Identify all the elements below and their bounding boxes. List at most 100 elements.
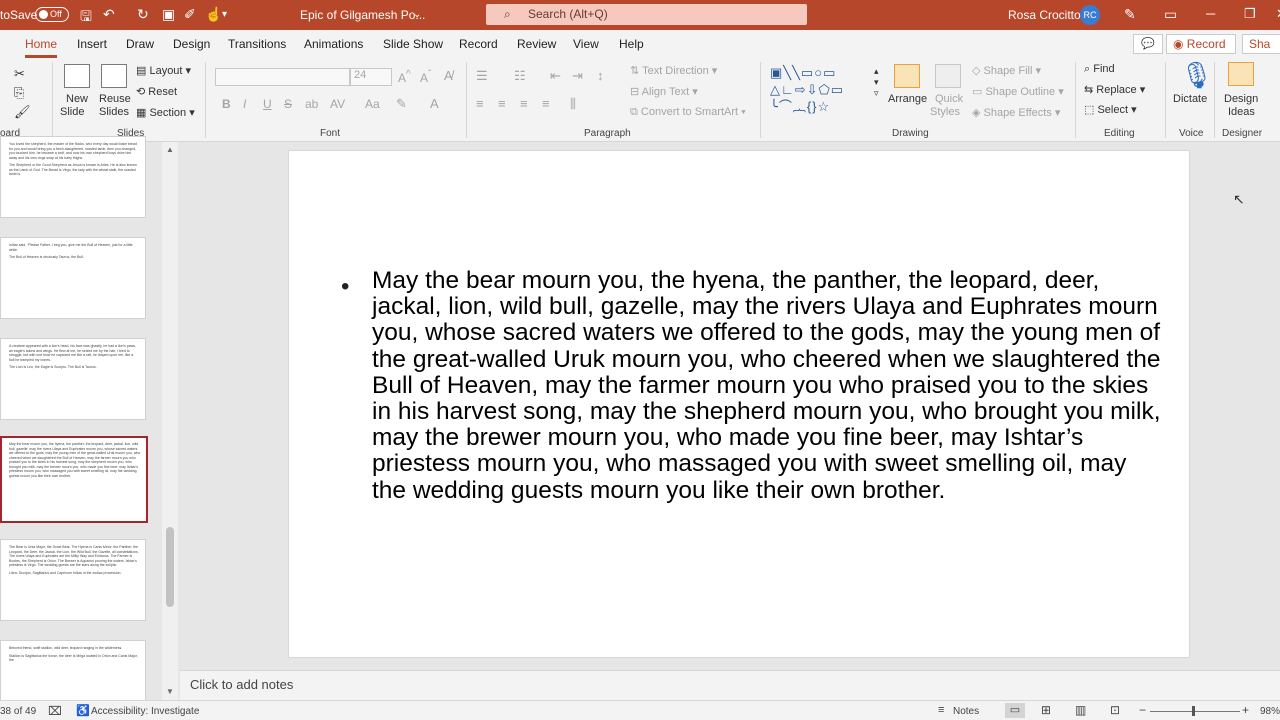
tab-slide-show[interactable]: Slide Show [383,37,443,51]
zoom-in-button[interactable]: + [1242,703,1249,717]
slide-counter[interactable]: 38 of 49 [0,706,36,717]
char-spacing-icon[interactable]: AV [330,97,345,111]
align-right-icon[interactable]: ≡ [520,96,528,111]
document-title[interactable]: Epic of Gilgamesh Po... [300,8,425,22]
line-spacing-icon[interactable]: ↕ [597,68,604,83]
pen-feedback-icon[interactable]: ✎ [1124,6,1136,23]
select-button[interactable]: ⬚ Select ▾ [1084,103,1137,116]
avatar[interactable]: RC [1080,5,1100,25]
quick-styles-label-2[interactable]: Styles [930,106,960,118]
zoom-slider-handle[interactable] [1192,706,1195,716]
clear-formatting-icon[interactable]: A̸ [444,68,453,83]
shape-outline-button[interactable]: ▭ Shape Outline ▾ [972,85,1064,98]
justify-icon[interactable]: ≡ [542,96,550,111]
italic-button[interactable]: I [243,97,246,111]
pen-icon[interactable]: ✐ [184,6,196,23]
comments-button[interactable]: 💬 [1133,34,1163,54]
tab-animations[interactable]: Animations [304,37,363,51]
bold-button[interactable]: B [222,97,231,111]
copy-icon[interactable]: ⎘ [14,85,24,101]
gallery-scroll-icon[interactable]: ▴ ▾ ▿ [874,66,879,99]
slideshow-icon[interactable]: ⊡ [1110,703,1120,717]
text-direction-button[interactable]: ⇅ Text Direction ▾ [630,64,717,77]
new-slide-label-2[interactable]: Slide [60,106,84,118]
design-ideas-icon[interactable] [1228,62,1254,86]
restore-button[interactable]: ❐ [1244,6,1256,22]
thumbnail-scrollbar[interactable]: ▲ ▼ [162,142,178,700]
highlighter-icon[interactable]: ✎ [396,96,407,112]
slide-thumbnail-selected[interactable]: May the bear mourn you, the hyena, the p… [0,436,148,523]
reset-button[interactable]: ⟲ Reset [136,85,177,98]
customize-qat-icon[interactable]: ▾ [222,9,227,20]
save-icon[interactable]: 🖫 [80,6,92,30]
font-name-box[interactable] [215,68,350,86]
undo-icon[interactable]: ↶ [103,6,115,23]
cut-icon[interactable]: ✂ [14,66,25,82]
shape-effects-button[interactable]: ◈ Shape Effects ▾ [972,106,1060,119]
reuse-slides-label[interactable]: Reuse [99,93,131,105]
minimize-button[interactable]: ─ [1206,6,1215,21]
scrollbar-thumb[interactable] [166,527,174,607]
decrease-font-icon[interactable]: Aˇ [420,69,431,85]
slide-sorter-icon[interactable]: ⊞ [1041,703,1051,717]
text-shadow-icon[interactable]: ab [305,97,318,111]
tab-insert[interactable]: Insert [77,37,107,51]
columns-icon[interactable]: ⫼ [570,96,576,112]
ribbon-display-icon[interactable]: ▭ [1164,6,1177,23]
new-slide-label[interactable]: New [66,93,88,105]
zoom-out-button[interactable]: − [1139,703,1146,717]
numbering-icon[interactable]: ☷ [514,68,526,84]
slide-thumbnail-pane[interactable]: You loved the shepherd, the master of th… [0,136,178,702]
zoom-slider[interactable] [1150,711,1240,712]
layout-button[interactable]: ▤ Layout ▾ [136,64,191,77]
accessibility-status[interactable]: Accessibility: Investigate [91,706,199,717]
tab-view[interactable]: View [573,37,599,51]
scroll-up-icon[interactable]: ▲ [166,145,174,154]
close-button[interactable]: ✕ [1276,6,1280,22]
tab-review[interactable]: Review [517,37,556,51]
section-button[interactable]: ▦ Section ▾ [136,106,195,119]
smartart-button[interactable]: ⧉ Convert to SmartArt ▾ [630,106,746,119]
record-button[interactable]: ◉ Record [1166,34,1236,54]
reuse-slides-icon[interactable] [101,64,127,88]
scroll-down-icon[interactable]: ▼ [166,687,174,696]
tab-record[interactable]: Record [459,37,498,51]
slide-thumbnail[interactable]: Ishtar said, "Please Father, I beg you, … [0,237,146,319]
align-center-icon[interactable]: ≡ [498,96,506,111]
slide-thumbnail[interactable]: A creature appeared with a lion's head, … [0,338,146,420]
decrease-indent-icon[interactable]: ⇤ [550,68,561,84]
share-button[interactable]: Sha [1242,34,1280,54]
increase-indent-icon[interactable]: ⇥ [572,68,583,84]
format-painter-icon[interactable]: 🖌 [14,104,31,120]
quick-styles-label[interactable]: Quick [935,93,963,105]
chevron-down-icon[interactable]: ⌄ [413,9,421,20]
dictate-label[interactable]: Dictate [1173,93,1207,105]
arrange-icon[interactable] [894,64,920,88]
slide-thumbnail[interactable]: The Bear is Ursa Major, the Great Bear. … [0,539,146,621]
touch-icon[interactable]: ☝ [205,6,222,23]
tab-home[interactable]: Home [25,37,58,58]
notes-pane[interactable]: Click to add notes [180,670,1280,700]
spelling-icon[interactable]: ⌧ [48,704,62,718]
search-box[interactable]: ⌕ Search (Alt+Q) [486,4,807,25]
tab-draw[interactable]: Draw [126,37,154,51]
shape-fill-button[interactable]: ◇ Shape Fill ▾ [972,64,1041,77]
autosave-toggle[interactable]: Off [35,7,69,22]
tab-help[interactable]: Help [619,37,644,51]
slide-thumbnail[interactable]: Beloved friend, swift stallion, wild dee… [0,640,146,702]
zoom-level[interactable]: 98% [1260,706,1280,717]
reading-view-icon[interactable]: ▥ [1075,703,1086,717]
quick-styles-icon[interactable] [935,64,961,88]
present-icon[interactable]: ▣ [162,6,175,23]
slide-body-text[interactable]: May the bear mourn you, the hyena, the p… [372,267,1162,504]
normal-view-icon[interactable]: ▭ [1005,703,1025,718]
replace-button[interactable]: ⇆ Replace ▾ [1084,83,1145,96]
notes-toggle[interactable]: Notes [953,706,979,717]
underline-button[interactable]: U [263,97,272,111]
microphone-icon[interactable]: 🎙 [1180,60,1213,91]
bullets-icon[interactable]: ☰ [476,68,488,84]
user-name[interactable]: Rosa Crocitto [1008,8,1081,22]
font-color-icon[interactable]: A [430,96,439,111]
find-button[interactable]: ⌕ Find [1084,63,1115,76]
new-slide-icon[interactable] [64,64,90,88]
